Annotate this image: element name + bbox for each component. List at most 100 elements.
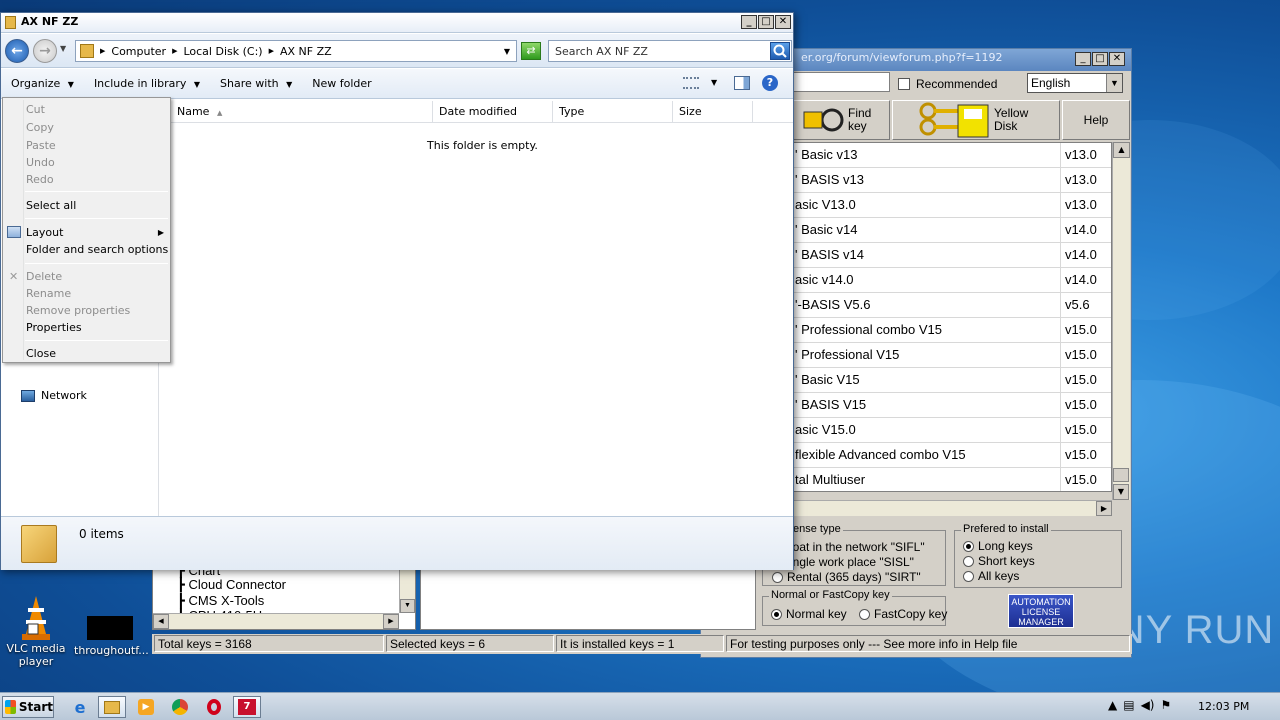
- close-button[interactable]: ✕: [1109, 52, 1125, 66]
- chevron-down-icon[interactable]: ▼: [1106, 74, 1122, 92]
- menu-item-undo[interactable]: Undo: [3, 154, 170, 171]
- yellow-disk-button[interactable]: Yellow Disk: [892, 100, 1060, 140]
- maximize-button[interactable]: □: [758, 15, 774, 29]
- copy-normal-key[interactable]: Normal key: [771, 607, 847, 621]
- license-option-sifl[interactable]: loat in the network "SIFL": [790, 540, 925, 554]
- install-long-keys[interactable]: Long keys: [963, 539, 1033, 553]
- search-input[interactable]: Search AX NF ZZ: [548, 40, 792, 62]
- tree-item[interactable]: ┣ Cloud Connector: [177, 577, 286, 593]
- help-button[interactable]: Help: [1062, 100, 1130, 140]
- radio-dot[interactable]: [963, 555, 974, 567]
- key-row[interactable]: flexible Advanced combo V15 v15.0: [791, 443, 1111, 468]
- menu-item-remove-properties[interactable]: Remove properties: [3, 302, 170, 319]
- tree-hscroll[interactable]: ◀ ▶: [153, 613, 399, 629]
- column-type[interactable]: Type: [553, 101, 673, 122]
- key-row[interactable]: '-BASIS V5.6 v5.6: [791, 293, 1111, 318]
- key-row[interactable]: asic v14.0 v14.0: [791, 268, 1111, 293]
- chrome-taskbar-icon[interactable]: [166, 696, 194, 718]
- breadcrumb-chevron-icon[interactable]: ▶: [172, 47, 177, 55]
- key-manager-taskbar-icon[interactable]: 7: [233, 696, 261, 718]
- key-row[interactable]: ' BASIS v13 v13.0: [791, 168, 1111, 193]
- install-all-keys[interactable]: All keys: [963, 569, 1019, 583]
- automation-license-manager-button[interactable]: AUTOMATION LICENSE MANAGER: [1008, 594, 1074, 628]
- address-dropdown-icon[interactable]: ▼: [504, 47, 510, 56]
- menu-item-redo[interactable]: Redo: [3, 171, 170, 188]
- tree-vscroll[interactable]: ▼: [399, 569, 415, 613]
- product-tree[interactable]: ┣ Chart ┣ Cloud Connector ┣ CMS X-Tools …: [152, 563, 416, 630]
- menu-item-paste[interactable]: Paste: [3, 137, 170, 154]
- menu-item-select-all[interactable]: Select all: [3, 197, 170, 214]
- minimize-button[interactable]: _: [741, 15, 757, 29]
- key-list-scrollbar[interactable]: ▲ ▼: [1112, 142, 1130, 500]
- menu-item-layout[interactable]: Layout ▶: [3, 224, 170, 241]
- action-center-flag-icon[interactable]: ⚑: [1161, 698, 1172, 712]
- radio-dot[interactable]: [963, 570, 974, 582]
- preview-pane-icon[interactable]: [734, 76, 750, 90]
- scroll-up-icon[interactable]: ▲: [1113, 142, 1130, 158]
- key-row[interactable]: ' BASIS V15 v15.0: [791, 393, 1111, 418]
- license-option-sisl[interactable]: ingle work place "SISL": [790, 555, 914, 569]
- back-button[interactable]: ←: [5, 39, 29, 63]
- show-hidden-icons[interactable]: ▲: [1108, 698, 1117, 712]
- tree-item[interactable]: ┣ CMS X-Tools: [177, 593, 264, 609]
- menu-item-copy[interactable]: Copy: [3, 119, 170, 136]
- menu-item-close[interactable]: Close: [3, 345, 170, 362]
- clock[interactable]: 12:03 PM: [1198, 700, 1249, 713]
- license-option-sirt[interactable]: Rental (365 days) "SIRT": [772, 570, 921, 584]
- radio-dot[interactable]: [963, 540, 974, 552]
- column-name[interactable]: Name ▲: [171, 101, 433, 122]
- explorer-taskbar-icon[interactable]: [98, 696, 126, 718]
- key-row[interactable]: tal Multiuser v15.0: [791, 468, 1111, 491]
- forward-button[interactable]: →: [33, 39, 57, 63]
- radio-dot[interactable]: [772, 571, 783, 583]
- install-short-keys[interactable]: Short keys: [963, 554, 1035, 568]
- menu-item-cut[interactable]: Cut: [3, 101, 170, 118]
- refresh-button[interactable]: ⇄: [521, 42, 541, 60]
- find-key-button[interactable]: Find key: [790, 100, 890, 140]
- copy-fastcopy-key[interactable]: FastCopy key: [859, 607, 947, 621]
- key-row[interactable]: ' BASIS v14 v14.0: [791, 243, 1111, 268]
- key-list-hscroll[interactable]: ▶: [790, 500, 1112, 516]
- column-size[interactable]: Size: [673, 101, 753, 122]
- start-button[interactable]: Start: [2, 696, 54, 718]
- scroll-thumb[interactable]: [1113, 468, 1129, 482]
- network-tray-icon[interactable]: ▤: [1123, 698, 1134, 712]
- view-chevron-down-icon[interactable]: ▼: [711, 78, 717, 87]
- scroll-right-icon[interactable]: ▶: [383, 614, 399, 629]
- nav-network[interactable]: Network: [21, 389, 87, 402]
- search-icon[interactable]: [770, 42, 790, 60]
- opera-taskbar-icon[interactable]: [200, 696, 228, 718]
- breadcrumb-computer[interactable]: Computer: [111, 45, 166, 58]
- key-row[interactable]: asic V13.0 v13.0: [791, 193, 1111, 218]
- menu-item-properties[interactable]: Properties: [3, 319, 170, 336]
- new-folder-button[interactable]: New folder: [302, 77, 381, 90]
- key-row[interactable]: ' Professional V15 v15.0: [791, 343, 1111, 368]
- recommended-checkbox[interactable]: Recommended: [898, 77, 997, 91]
- checkbox-box[interactable]: [898, 78, 910, 90]
- key-row[interactable]: ' Basic V15 v15.0: [791, 368, 1111, 393]
- key-row[interactable]: ' Professional combo V15 v15.0: [791, 318, 1111, 343]
- language-select[interactable]: English ▼: [1027, 73, 1123, 93]
- menu-item-delete[interactable]: ✕ Delete: [3, 268, 170, 285]
- internet-explorer-taskbar-icon[interactable]: e: [66, 696, 94, 718]
- close-button[interactable]: ✕: [775, 15, 791, 29]
- radio-dot[interactable]: [859, 608, 870, 620]
- organize-button[interactable]: Organize ▼: [1, 77, 84, 90]
- key-list[interactable]: ' Basic v13 v13.0 ' BASIS v13 v13.0 asic V13…: [790, 142, 1112, 492]
- column-date-modified[interactable]: Date modified: [433, 101, 553, 122]
- volume-icon[interactable]: ◀): [1141, 698, 1155, 712]
- breadcrumb-chevron-icon[interactable]: ▶: [269, 47, 274, 55]
- breadcrumb-local-disk[interactable]: Local Disk (C:): [183, 45, 262, 58]
- help-icon[interactable]: ?: [762, 75, 778, 91]
- url-field[interactable]: [790, 72, 890, 92]
- radio-dot[interactable]: [771, 608, 782, 620]
- minimize-button[interactable]: _: [1075, 52, 1091, 66]
- vlc-desktop-icon[interactable]: VLC media player: [0, 594, 72, 668]
- breadcrumb-current-folder[interactable]: AX NF ZZ: [280, 45, 332, 58]
- key-row[interactable]: ' Basic v13 v13.0: [791, 143, 1111, 168]
- include-in-library-button[interactable]: Include in library ▼: [84, 77, 210, 90]
- view-options-icon[interactable]: [683, 77, 699, 89]
- share-with-button[interactable]: Share with ▼: [210, 77, 302, 90]
- media-player-taskbar-icon[interactable]: ▶: [132, 696, 160, 718]
- scroll-left-icon[interactable]: ◀: [153, 614, 169, 629]
